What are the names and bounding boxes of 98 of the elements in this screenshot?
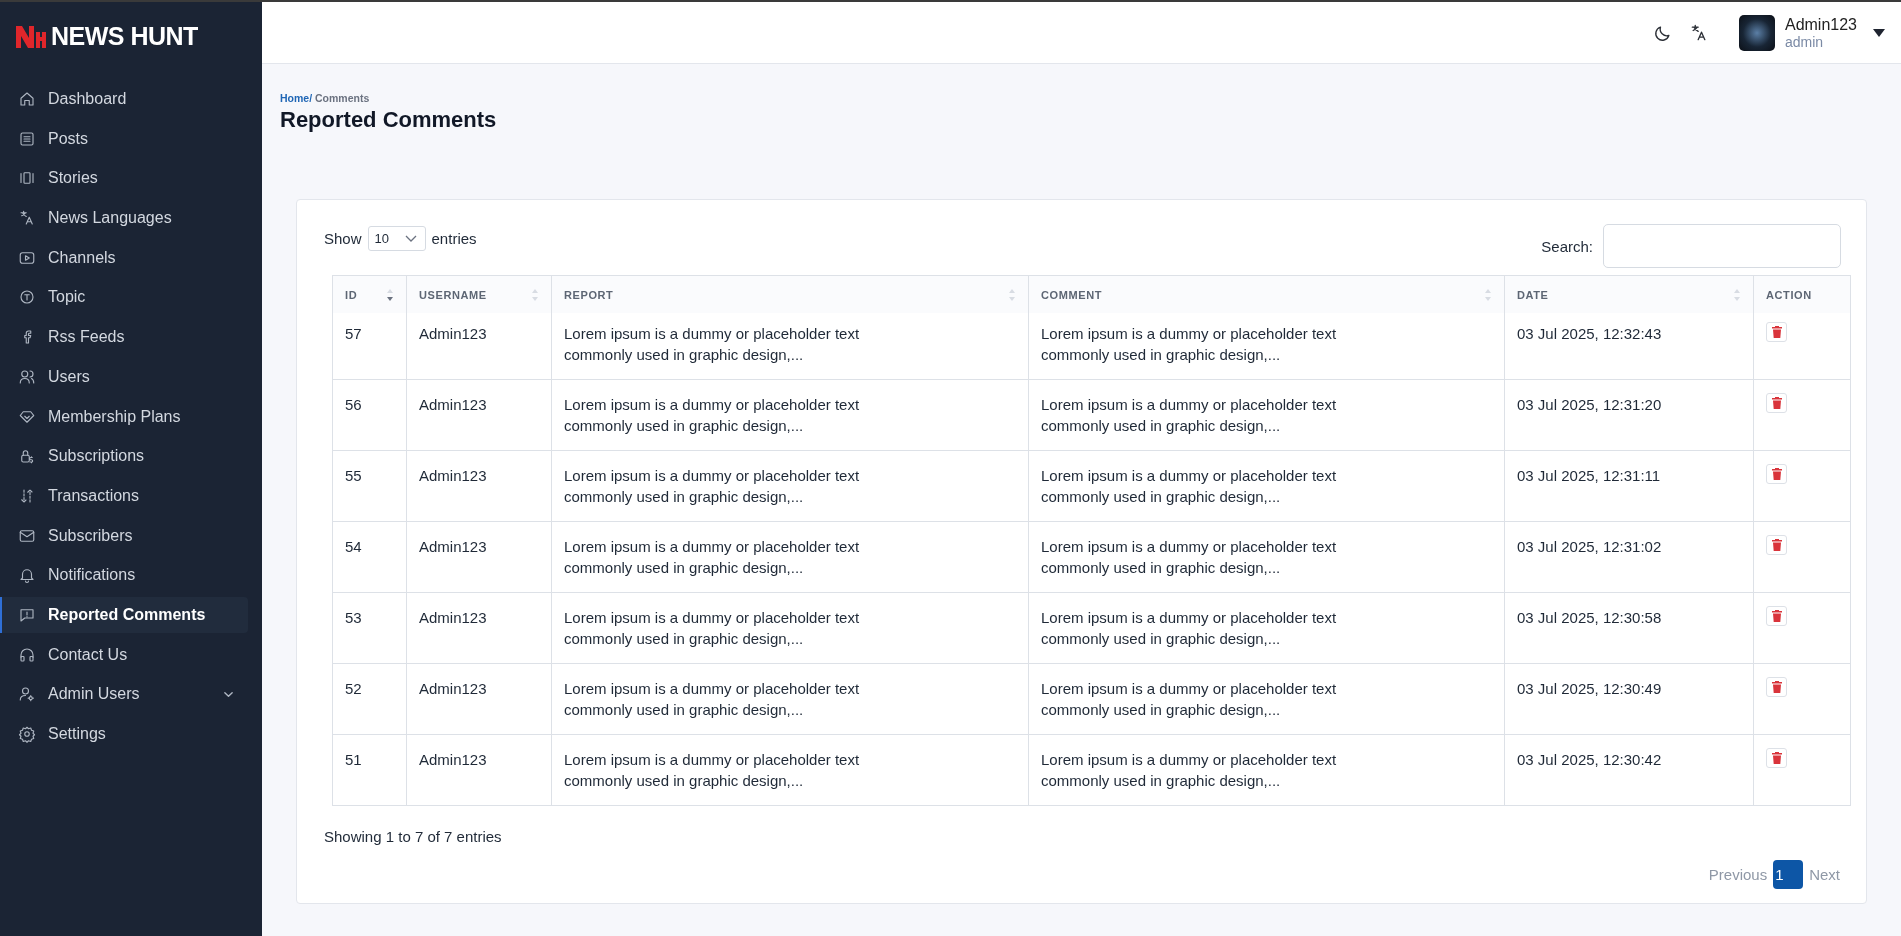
delete-button[interactable] (1766, 677, 1787, 697)
table-cell: Lorem ipsum is a dummy or placeholder text commonly used in graphic design,... (551, 521, 1029, 593)
sidebar-item[interactable]: Membership Plans (0, 398, 248, 435)
table-cell: 57 (332, 313, 407, 380)
house-icon (18, 90, 36, 108)
delete-button[interactable] (1766, 393, 1787, 413)
trash-icon (1771, 468, 1782, 480)
sidebar-item[interactable]: Subscribers (0, 517, 248, 554)
table-cell: 03 Jul 2025, 12:30:42 (1504, 734, 1754, 806)
sidebar-item[interactable]: Users (0, 358, 248, 395)
trash-icon (1771, 610, 1782, 622)
table-cell: 03 Jul 2025, 12:31:02 (1504, 521, 1754, 593)
delete-button[interactable] (1766, 606, 1787, 626)
trash-icon (1771, 539, 1782, 551)
column-header[interactable]: ID (332, 275, 407, 313)
table-info: Showing 1 to 7 of 7 entries (324, 828, 503, 845)
table-cell: 03 Jul 2025, 12:30:58 (1504, 592, 1754, 664)
show-label: Show (324, 230, 362, 247)
table-cell: 54 (332, 521, 407, 593)
sidebar-item[interactable]: Transactions (0, 477, 248, 514)
search-label: Search: (1541, 237, 1593, 255)
avatar-image[interactable] (1738, 14, 1775, 51)
table-cell: Lorem ipsum is a dummy or placeholder text commonly used in graphic design,... (1028, 379, 1505, 451)
table-cell: 53 (332, 592, 407, 664)
search-field[interactable] (1603, 224, 1841, 268)
table-cell: Lorem ipsum is a dummy or placeholder text commonly used in graphic design,... (551, 592, 1029, 664)
settings-icon (18, 725, 36, 743)
sidebar-item[interactable]: Notifications (0, 557, 248, 594)
table-cell: 51 (332, 734, 407, 806)
page-title: Reported Comments (280, 107, 498, 133)
caret-icon[interactable] (1873, 28, 1885, 37)
table-cell: Admin123 (406, 313, 552, 380)
trash-icon (1771, 326, 1782, 338)
translate-icon (18, 209, 36, 228)
trash-icon (1771, 681, 1782, 693)
list-icon (18, 129, 36, 148)
sidebar-item[interactable]: Posts (0, 120, 248, 157)
table-cell: Admin123 (406, 379, 552, 451)
column-header: ACTION (1753, 275, 1851, 313)
table-cell: Lorem ipsum is a dummy or placeholder text commonly used in graphic design,... (1028, 521, 1505, 593)
user-gear-icon (18, 685, 36, 704)
sidebar-item[interactable]: Subscriptions (0, 438, 248, 475)
table-cell: 56 (332, 379, 407, 451)
entries-label: entries (431, 230, 477, 247)
table-cell: 03 Jul 2025, 12:30:49 (1504, 663, 1754, 735)
column-header[interactable]: REPORT (551, 275, 1029, 313)
table-cell: Lorem ipsum is a dummy or placeholder text commonly used in graphic design,... (1028, 450, 1505, 522)
sidebar-item[interactable]: Contact Us (0, 636, 248, 673)
table-cell: Lorem ipsum is a dummy or placeholder text commonly used in graphic design,... (1028, 313, 1505, 380)
table-cell: Lorem ipsum is a dummy or placeholder text commonly used in graphic design,... (1028, 663, 1505, 735)
table-cell: Lorem ipsum is a dummy or placeholder text commonly used in graphic design,... (1028, 592, 1505, 664)
delete-button[interactable] (1766, 464, 1787, 484)
breadcrumb: Home/ Comments (280, 92, 371, 104)
page-button[interactable]: 1 (1773, 860, 1804, 889)
table-cell: 03 Jul 2025, 12:32:43 (1504, 313, 1754, 380)
table-cell: Admin123 (406, 663, 552, 735)
sidebar-item[interactable]: Rss Feeds (0, 319, 248, 356)
table-cell: Lorem ipsum is a dummy or placeholder text commonly used in graphic design,... (1028, 734, 1505, 806)
sidebar-item[interactable]: Reported Comments (0, 596, 248, 633)
delete-button[interactable] (1766, 535, 1787, 555)
table-cell: Lorem ipsum is a dummy or placeholder text commonly used in graphic design,... (551, 663, 1029, 735)
table-cell: 55 (332, 450, 407, 522)
trash-icon (1771, 397, 1782, 409)
table-cell: Admin123 (406, 521, 552, 593)
sidebar-item[interactable]: Topic (0, 279, 248, 316)
table-cell: Admin123 (406, 734, 552, 806)
column-header[interactable]: COMMENT (1028, 275, 1505, 313)
table-cell: Admin123 (406, 592, 552, 664)
sidebar-item[interactable]: News Languages (0, 200, 248, 237)
table-cell: 52 (332, 663, 407, 735)
logo-text: NEWS HUNT (51, 22, 198, 51)
table-cell: 03 Jul 2025, 12:31:20 (1504, 379, 1754, 451)
sidebar-item[interactable]: Dashboard (0, 81, 248, 117)
letter-t-icon (18, 288, 36, 307)
lock-icon (18, 447, 36, 466)
sidebar-item[interactable]: Admin Users (0, 676, 248, 713)
bell-icon (18, 566, 36, 585)
chevron-down-icon (404, 234, 417, 243)
column-header[interactable]: USERNAME (406, 275, 552, 313)
trash-icon (1771, 752, 1782, 764)
logo-icon (16, 25, 46, 48)
users-icon (18, 367, 36, 386)
sidebar-item[interactable]: Settings (0, 716, 248, 752)
column-header[interactable]: DATE (1504, 275, 1754, 313)
user-name: Admin123 (1784, 15, 1857, 34)
delete-button[interactable] (1766, 748, 1787, 768)
table-cell: Admin123 (406, 450, 552, 522)
page-size-select[interactable]: 10 (367, 226, 426, 251)
sidebar-item[interactable]: Stories (0, 160, 248, 197)
sidebar-item[interactable]: Channels (0, 239, 248, 276)
headset-icon (18, 645, 36, 664)
table-cell: Lorem ipsum is a dummy or placeholder text commonly used in graphic design,... (551, 313, 1029, 380)
table-cell: Lorem ipsum is a dummy or placeholder text commonly used in graphic design,... (551, 379, 1029, 451)
user-role: admin (1784, 33, 1825, 50)
delete-button[interactable] (1766, 322, 1787, 342)
table-cell: 03 Jul 2025, 12:31:11 (1504, 450, 1754, 522)
table-cell: Lorem ipsum is a dummy or placeholder text commonly used in graphic design,... (551, 734, 1029, 806)
table-cell: Lorem ipsum is a dummy or placeholder text commonly used in graphic design,... (551, 450, 1029, 522)
